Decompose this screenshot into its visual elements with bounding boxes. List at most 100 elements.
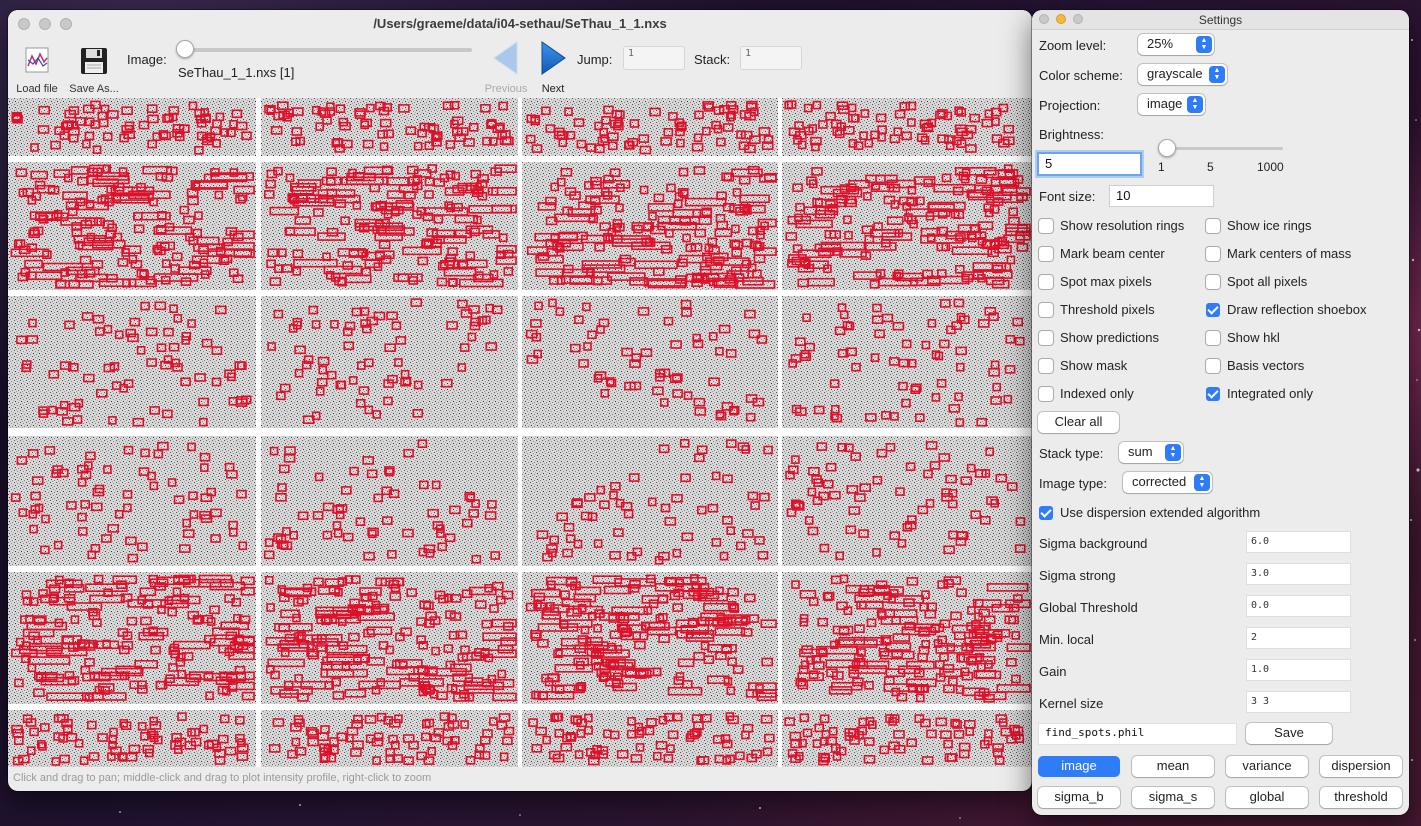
save-disk-icon xyxy=(81,48,107,74)
checkbox-box[interactable] xyxy=(1206,386,1220,401)
image-slider-knob[interactable] xyxy=(176,40,194,58)
view-global-button[interactable]: global xyxy=(1226,787,1308,808)
option-label: Mark centers of mass xyxy=(1227,246,1352,261)
zoom-value: 25% xyxy=(1147,36,1174,51)
option-label: Show predictions xyxy=(1060,330,1159,345)
checkbox-box[interactable] xyxy=(1039,330,1053,345)
clear-all-button[interactable]: Clear all xyxy=(1038,412,1119,433)
phil-file-input[interactable]: find_spots.phil xyxy=(1038,723,1237,745)
checkbox-box[interactable] xyxy=(1039,218,1053,233)
checkbox-box[interactable] xyxy=(1039,505,1053,520)
save-as-button[interactable]: Save As... xyxy=(64,46,124,95)
param-label: Gain xyxy=(1039,664,1067,679)
view-threshold-button[interactable]: threshold xyxy=(1320,787,1402,808)
option-checkbox[interactable]: Mark beam center xyxy=(1039,246,1165,261)
checkbox-box[interactable] xyxy=(1206,246,1220,261)
stack-input[interactable]: 1 xyxy=(740,46,802,70)
projection-select[interactable]: image ▲ ▼ xyxy=(1138,94,1205,115)
checkbox-box[interactable] xyxy=(1206,302,1220,317)
option-label: Draw reflection shoebox xyxy=(1227,302,1367,317)
stack-type-label: Stack type: xyxy=(1039,446,1104,461)
param-input[interactable]: 0.0 xyxy=(1246,595,1351,617)
next-button[interactable]: Next xyxy=(534,40,572,95)
brightness-tick-max: 1000 xyxy=(1257,160,1284,174)
option-checkbox[interactable]: Spot all pixels xyxy=(1206,274,1307,289)
image-name: SeThau_1_1.nxs [1] xyxy=(178,65,295,80)
status-bar: Click and drag to pan; middle-click and … xyxy=(13,772,432,784)
checkbox-box[interactable] xyxy=(1039,246,1053,261)
load-file-label: Load file xyxy=(16,83,58,95)
detector-image[interactable] xyxy=(8,98,1032,767)
option-label: Show ice rings xyxy=(1227,218,1312,233)
view-variance-button[interactable]: variance xyxy=(1226,756,1308,777)
diffraction-image-canvas[interactable] xyxy=(8,98,1032,767)
option-checkbox[interactable]: Threshold pixels xyxy=(1039,302,1155,317)
stack-label: Stack: xyxy=(694,52,731,67)
param-input[interactable]: 3 3 xyxy=(1246,691,1351,713)
checkbox-box[interactable] xyxy=(1039,302,1053,317)
brightness-label: Brightness: xyxy=(1039,127,1105,142)
next-label: Next xyxy=(541,83,565,95)
settings-title: Settings xyxy=(1198,13,1243,27)
image-viewer-window: /Users/graeme/data/i04-sethau/SeThau_1_1… xyxy=(8,10,1032,791)
save-as-label: Save As... xyxy=(69,83,119,95)
checkbox-box[interactable] xyxy=(1206,358,1220,373)
brightness-input[interactable]: 5 xyxy=(1037,152,1142,176)
dispersion-label: Use dispersion extended algorithm xyxy=(1060,505,1261,520)
view-dispersion-button[interactable]: dispersion xyxy=(1320,756,1402,777)
param-input[interactable]: 1.0 xyxy=(1246,659,1351,681)
view-image-button[interactable]: image xyxy=(1038,756,1120,777)
save-phil-button[interactable]: Save xyxy=(1246,723,1332,744)
settings-titlebar[interactable]: Settings xyxy=(1032,10,1409,30)
stepper-icon: ▲ ▼ xyxy=(1187,96,1203,113)
param-input[interactable]: 2 xyxy=(1246,627,1351,649)
param-input[interactable]: 6.0 xyxy=(1246,531,1351,553)
detector-module xyxy=(261,572,518,704)
checkbox-box[interactable] xyxy=(1206,274,1220,289)
window-title: /Users/graeme/data/i04-sethau/SeThau_1_1… xyxy=(373,16,667,31)
window-titlebar[interactable]: /Users/graeme/data/i04-sethau/SeThau_1_1… xyxy=(8,10,1032,38)
jump-label: Jump: xyxy=(577,52,613,67)
option-checkbox[interactable]: Show predictions xyxy=(1039,330,1159,345)
option-checkbox[interactable]: Draw reflection shoebox xyxy=(1206,302,1366,317)
param-input[interactable]: 3.0 xyxy=(1246,563,1351,585)
checkbox-box[interactable] xyxy=(1206,330,1220,345)
jump-input[interactable]: 1 xyxy=(623,46,685,70)
stepper-icon: ▲ ▼ xyxy=(1196,36,1212,53)
option-checkbox[interactable]: Basis vectors xyxy=(1206,358,1304,373)
zoom-select[interactable]: 25% ▲ ▼ xyxy=(1138,34,1214,55)
dispersion-checkbox[interactable]: Use dispersion extended algorithm xyxy=(1039,505,1260,520)
checkbox-box[interactable] xyxy=(1039,386,1053,401)
detector-module xyxy=(8,296,256,428)
font-size-input[interactable]: 10 xyxy=(1109,185,1214,207)
arrow-left-icon xyxy=(493,41,518,75)
color-scheme-select[interactable]: grayscale ▲ ▼ xyxy=(1138,64,1227,85)
param-label: Global Threshold xyxy=(1039,600,1138,615)
image-type-select[interactable]: corrected ▲ ▼ xyxy=(1123,472,1212,493)
option-checkbox[interactable]: Show mask xyxy=(1039,358,1127,373)
option-checkbox[interactable]: Show resolution rings xyxy=(1039,218,1184,233)
option-label: Integrated only xyxy=(1227,386,1314,401)
view-sigma-s-button[interactable]: sigma_s xyxy=(1132,787,1214,808)
color-scheme-value: grayscale xyxy=(1147,66,1203,81)
brightness-slider[interactable] xyxy=(1158,139,1283,157)
checkbox-box[interactable] xyxy=(1039,274,1053,289)
checkbox-box[interactable] xyxy=(1206,218,1220,233)
option-checkbox[interactable]: Mark centers of mass xyxy=(1206,246,1351,261)
load-file-button[interactable]: Load file xyxy=(12,46,62,95)
param-label: Sigma background xyxy=(1039,536,1148,551)
option-checkbox[interactable]: Integrated only xyxy=(1206,386,1313,401)
option-checkbox[interactable]: Indexed only xyxy=(1039,386,1134,401)
previous-button[interactable]: Previous xyxy=(481,40,531,95)
option-checkbox[interactable]: Show ice rings xyxy=(1206,218,1312,233)
option-checkbox[interactable]: Spot max pixels xyxy=(1039,274,1152,289)
view-mean-button[interactable]: mean xyxy=(1132,756,1214,777)
view-sigma-b-button[interactable]: sigma_b xyxy=(1038,787,1120,808)
brightness-slider-knob[interactable] xyxy=(1158,139,1176,157)
stack-type-select[interactable]: sum ▲ ▼ xyxy=(1119,442,1183,463)
zoom-label: Zoom level: xyxy=(1039,38,1107,53)
image-slider[interactable] xyxy=(176,40,472,58)
checkbox-box[interactable] xyxy=(1039,358,1053,373)
color-scheme-label: Color scheme: xyxy=(1039,68,1123,83)
option-checkbox[interactable]: Show hkl xyxy=(1206,330,1280,345)
